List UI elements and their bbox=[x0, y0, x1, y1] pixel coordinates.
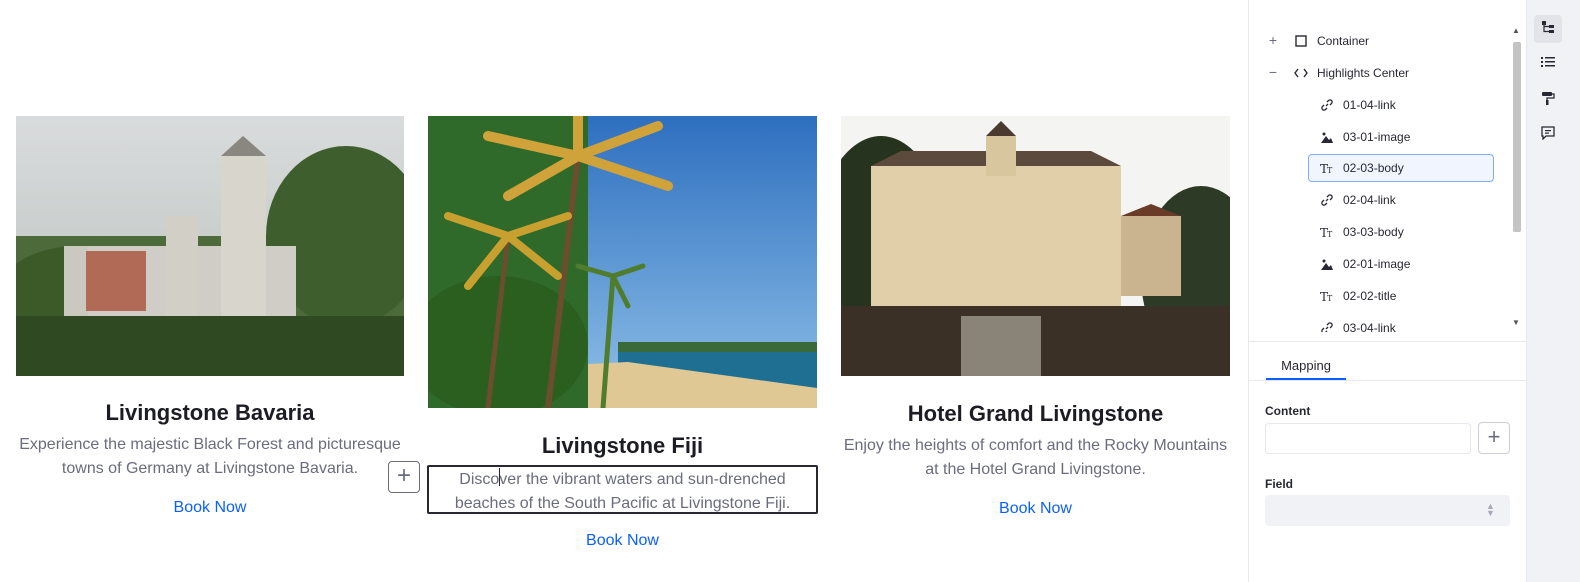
tree-item-container[interactable]: Container bbox=[1293, 27, 1493, 55]
comments-button[interactable] bbox=[1534, 121, 1562, 149]
expand-toggle[interactable]: + bbox=[1267, 32, 1279, 48]
svg-text:T: T bbox=[1327, 294, 1333, 302]
browser-tree-button[interactable] bbox=[1534, 15, 1562, 43]
select-arrows-icon: ▲ ▼ bbox=[1486, 501, 1495, 518]
field-select[interactable] bbox=[1265, 495, 1510, 526]
add-fragment-button[interactable]: + bbox=[388, 461, 420, 493]
code-icon bbox=[1293, 65, 1309, 81]
tree-item-highlights-center[interactable]: Highlights Center bbox=[1293, 59, 1493, 87]
tree-item-03-01-image[interactable]: 03-01-image bbox=[1319, 123, 1489, 151]
tree-item-label: 02-03-body bbox=[1343, 161, 1404, 175]
content-field[interactable] bbox=[1265, 423, 1471, 454]
tree-item-label: 01-04-link bbox=[1343, 98, 1396, 112]
paint-roller-icon bbox=[1541, 91, 1555, 110]
tree-item-02-04-link[interactable]: 02-04-link bbox=[1319, 186, 1489, 214]
sidebar-rail bbox=[1526, 0, 1580, 582]
card-image-hotel[interactable] bbox=[841, 116, 1230, 376]
collapse-toggle[interactable]: − bbox=[1267, 64, 1279, 80]
add-content-button[interactable]: + bbox=[1478, 422, 1510, 454]
tree-item-label: 03-01-image bbox=[1343, 130, 1411, 144]
tree-scrollbar[interactable]: ▲ ▼ bbox=[1510, 24, 1524, 332]
tab-divider bbox=[1248, 380, 1526, 381]
container-icon bbox=[1293, 33, 1309, 49]
text-icon: TT bbox=[1319, 224, 1335, 240]
svg-text:T: T bbox=[1327, 166, 1333, 174]
tree-item-02-03-body[interactable]: TT 02-03-body bbox=[1308, 154, 1494, 182]
text-icon: TT bbox=[1319, 160, 1335, 176]
scroll-down-arrow-icon[interactable]: ▼ bbox=[1512, 318, 1520, 327]
tree-item-label: Container bbox=[1317, 34, 1370, 48]
card-body-selected[interactable]: Discover the vibrant waters and sun-dren… bbox=[427, 465, 818, 514]
tree-item-02-01-image[interactable]: 02-01-image bbox=[1319, 250, 1489, 278]
style-button[interactable] bbox=[1534, 86, 1562, 114]
svg-text:T: T bbox=[1327, 230, 1333, 238]
card-title: Hotel Grand Livingstone bbox=[907, 401, 1164, 426]
book-now-link[interactable]: Book Now bbox=[16, 499, 404, 517]
tree-item-label: 03-03-body bbox=[1343, 225, 1404, 239]
tree-item-label: 02-04-link bbox=[1343, 193, 1396, 207]
card-body: Enjoy the heights of comfort and the Roc… bbox=[843, 437, 1228, 478]
card-title: Livingstone Fiji bbox=[541, 433, 704, 458]
field-label: Field bbox=[1265, 477, 1294, 491]
tree-structure-icon bbox=[1541, 20, 1555, 39]
page-structure-tree: + Container − Highlights Center 01-04-li… bbox=[1249, 24, 1511, 332]
content-label: Content bbox=[1265, 404, 1311, 418]
list-icon bbox=[1541, 55, 1555, 73]
scroll-up-arrow-icon[interactable]: ▲ bbox=[1512, 26, 1520, 35]
image-icon bbox=[1319, 256, 1335, 272]
tree-item-01-04-link[interactable]: 01-04-link bbox=[1319, 91, 1489, 119]
panel-divider bbox=[1248, 341, 1526, 342]
card-body: Experience the majestic Black Forest and… bbox=[19, 436, 401, 477]
tree-item-label: 02-01-image bbox=[1343, 257, 1411, 271]
tree-item-02-02-title[interactable]: TT 02-02-title bbox=[1319, 282, 1489, 310]
link-icon bbox=[1319, 192, 1335, 208]
tree-item-03-03-body[interactable]: TT 03-03-body bbox=[1319, 218, 1489, 246]
link-icon bbox=[1319, 97, 1335, 113]
text-icon: TT bbox=[1319, 288, 1335, 304]
card-title: Livingstone Bavaria bbox=[105, 400, 315, 425]
tree-item-label: 03-04-link bbox=[1343, 321, 1396, 332]
book-now-link[interactable]: Book Now bbox=[841, 500, 1230, 518]
text-caret bbox=[499, 468, 500, 486]
book-now-link[interactable]: Book Now bbox=[428, 532, 817, 550]
comment-icon bbox=[1541, 125, 1555, 145]
image-icon bbox=[1319, 129, 1335, 145]
card-image-beach[interactable] bbox=[428, 116, 817, 408]
scroll-thumb[interactable] bbox=[1513, 42, 1521, 232]
tab-mapping[interactable]: Mapping bbox=[1266, 358, 1346, 380]
list-view-button[interactable] bbox=[1534, 50, 1562, 78]
card-image-castle[interactable] bbox=[16, 116, 404, 376]
tree-item-label: Highlights Center bbox=[1317, 66, 1410, 80]
tree-item-03-04-link[interactable]: 03-04-link bbox=[1319, 314, 1489, 332]
page-editor-canvas: Livingstone Bavaria Experience the majes… bbox=[0, 0, 1248, 582]
tree-item-label: 02-02-title bbox=[1343, 289, 1397, 303]
link-icon bbox=[1319, 320, 1335, 332]
